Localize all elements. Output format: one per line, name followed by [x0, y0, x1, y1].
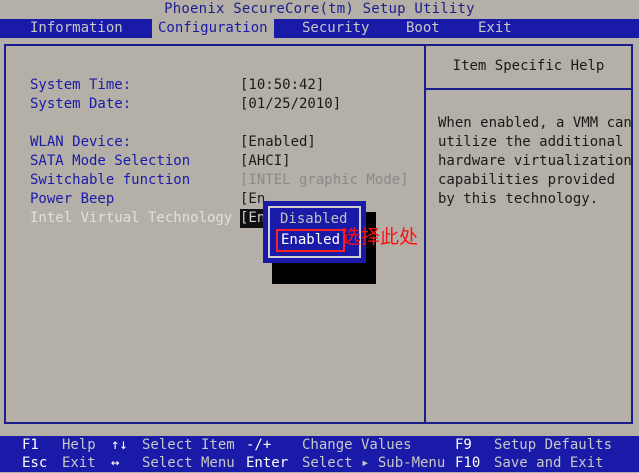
sata-mode-label: SATA Mode Selection: [30, 153, 191, 169]
power-beep-label: Power Beep: [30, 191, 115, 207]
intel-vt-label[interactable]: Intel Virtual Technology: [30, 209, 232, 228]
key-f9-desc: Setup Defaults: [494, 437, 613, 453]
key-esc: Esc: [22, 455, 48, 471]
system-date-label: System Date:: [30, 96, 132, 112]
key-minus-plus: -/+: [246, 437, 272, 453]
menu-configuration[interactable]: Configuration: [152, 19, 274, 38]
key-f10-desc: Save and Exit: [494, 455, 604, 471]
key-f1: F1: [22, 437, 39, 453]
menu-boot[interactable]: Boot: [406, 19, 440, 38]
system-date-value[interactable]: [01/25/2010]: [240, 95, 341, 114]
key-updown-desc: Select Item: [142, 437, 235, 453]
switchable-function-label: Switchable function: [30, 172, 191, 188]
option-enabled[interactable]: Enabled: [275, 229, 346, 252]
key-enter: Enter: [246, 455, 289, 471]
annotation-text: 选择此处: [342, 226, 419, 248]
key-f10: F10: [455, 455, 481, 471]
key-updown: ↑↓: [111, 437, 128, 453]
key-leftright: ↔: [111, 455, 120, 471]
system-time-value[interactable]: [10:50:42]: [240, 76, 324, 95]
key-enter-desc: Select ▸ Sub-Menu: [302, 455, 446, 471]
sata-mode-value[interactable]: [AHCI]: [240, 152, 291, 171]
help-line: hardware virtualization: [438, 153, 632, 169]
help-line: by this technology.: [438, 191, 599, 207]
power-beep-value[interactable]: [En: [240, 190, 265, 209]
window-title: Phoenix SecureCore(tm) Setup Utility: [0, 0, 639, 19]
key-f1-desc: Help: [62, 437, 96, 453]
key-f9: F9: [455, 437, 472, 453]
key-leftright-desc: Select Menu: [142, 455, 235, 471]
menu-information[interactable]: Information: [30, 19, 123, 38]
system-time-label: System Time:: [30, 77, 132, 93]
key-help-bar: F1 Help ↑↓ Select Item -/+ Change Values…: [0, 436, 639, 472]
help-title: Item Specific Help: [452, 58, 605, 74]
menu-bar: Information Configuration Security Boot …: [0, 19, 639, 38]
help-line: capabilities provided: [438, 172, 616, 188]
wlan-device-value[interactable]: [Enabled]: [240, 133, 316, 152]
switchable-function-value: [INTEL graphic Mode]: [240, 172, 409, 188]
option-disabled[interactable]: Disabled: [280, 210, 347, 229]
panel-divider: [424, 44, 426, 424]
menu-security[interactable]: Security: [302, 19, 369, 38]
wlan-device-label: WLAN Device:: [30, 134, 132, 150]
help-line: When enabled, a VMM can: [438, 115, 632, 131]
key-esc-desc: Exit: [62, 455, 96, 471]
help-text: When enabled, a VMM can utilize the addi…: [438, 114, 632, 209]
key-minus-plus-desc: Change Values: [302, 437, 412, 453]
help-line: utilize the additional: [438, 134, 624, 150]
menu-exit[interactable]: Exit: [478, 19, 512, 38]
help-divider: [426, 88, 633, 90]
